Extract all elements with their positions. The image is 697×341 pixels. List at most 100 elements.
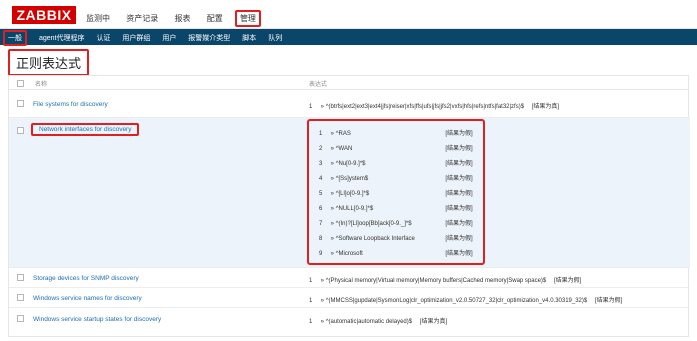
times-sign: » — [330, 161, 335, 167]
expression-line: 1 » ^(MMCSS|gupdate|SysmonLog|clr_optimi… — [309, 295, 622, 304]
expression-line: 5 » ^[Ll]o[0-9.]*$ [结果为假] — [319, 188, 473, 197]
expression-pattern: ^RAS — [335, 131, 351, 137]
table-row: Network interfaces for discovery 1 » ^RA… — [9, 118, 690, 268]
expression-pattern: ^WAN — [335, 146, 353, 152]
expression-line: 6 » ^NULL[0-9.]*$ [结果为假] — [319, 203, 473, 212]
regex-name-link[interactable]: Windows service names for discovery — [33, 295, 142, 302]
expression-index: 5 — [319, 191, 323, 197]
subnav-media-types[interactable]: 报警媒介类型 — [188, 35, 230, 42]
expression-line: 1 » ^(Physical memory|Virtual memory|Mem… — [309, 275, 581, 284]
expression-line: 9 » ^Microsoft [结果为假] — [319, 248, 473, 257]
regex-name-link[interactable]: Storage devices for SNMP discovery — [33, 275, 139, 282]
expression-index: 1 — [309, 104, 313, 110]
subnav-authentication[interactable]: 认证 — [96, 35, 110, 42]
expression-result: [结果为假] — [445, 191, 473, 197]
column-header-name[interactable]: 名称 — [35, 79, 47, 88]
times-sign: » — [330, 131, 335, 137]
main-nav: 监测中 资产记录 报表 配置 管理 — [86, 10, 275, 27]
expression-result: [结果为假] — [445, 176, 473, 182]
expression-pattern: ^Nu[0-9.]*$ — [335, 161, 366, 167]
expression-line: 2 » ^WAN [结果为假] — [319, 143, 473, 152]
times-sign: » — [320, 319, 325, 325]
expression-index: 6 — [319, 206, 323, 212]
expression-index: 1 — [309, 278, 313, 284]
expression-index: 3 — [319, 161, 323, 167]
expression-pattern: ^Software Loopback Interface — [335, 236, 415, 242]
times-sign: » — [330, 176, 335, 182]
table-header: 名称 表达式 — [9, 76, 688, 90]
subnav-queue[interactable]: 队列 — [268, 35, 282, 42]
expression-result: [结果为假] — [594, 298, 623, 304]
times-sign: » — [330, 221, 335, 227]
expression-index: 1 — [309, 298, 313, 304]
expression-line: 7 » ^(In)?[Ll]oop[Bb]ack[0-9._]*$ [结果为假] — [319, 218, 473, 227]
expression-result: [结果为假] — [445, 236, 473, 242]
expression-result: [结果为假] — [445, 146, 473, 152]
expression-pattern: ^(Physical memory|Virtual memory|Memory … — [325, 278, 547, 284]
row-checkbox[interactable] — [17, 294, 24, 301]
subnav-user-groups[interactable]: 用户群组 — [122, 35, 150, 42]
row-checkbox[interactable] — [17, 100, 24, 107]
nav-reports[interactable]: 报表 — [174, 14, 190, 23]
times-sign: » — [320, 298, 325, 304]
expression-line: 4 » ^[Ss]ystem$ [结果为假] — [319, 173, 473, 182]
row-checkbox[interactable] — [17, 127, 24, 134]
expression-result: [结果为假] — [445, 206, 473, 212]
times-sign: » — [320, 278, 325, 284]
expression-result: [结果为真] — [419, 319, 448, 325]
times-sign: » — [330, 206, 335, 212]
expression-index: 7 — [319, 221, 323, 227]
expression-index: 1 — [319, 131, 323, 137]
expression-result: [结果为假] — [445, 131, 473, 137]
sub-nav: 一般 agent代理程序 认证 用户群组 用户 报警媒介类型 脚本 队列 — [0, 29, 697, 46]
expression-index: 9 — [319, 251, 323, 257]
zabbix-logo[interactable]: ZABBIX — [12, 6, 76, 24]
page-title: 正则表达式 — [8, 49, 90, 76]
times-sign: » — [330, 251, 335, 257]
row-checkbox[interactable] — [17, 315, 24, 322]
expression-result: [结果为假] — [445, 251, 473, 257]
expression-pattern: ^(MMCSS|gupdate|SysmonLog|clr_optimizati… — [325, 298, 588, 304]
nav-administration[interactable]: 管理 — [234, 10, 261, 27]
expression-pattern: ^NULL[0-9.]*$ — [335, 206, 374, 212]
expression-index: 8 — [319, 236, 323, 242]
expression-index: 1 — [309, 319, 313, 325]
table-row: Storage devices for SNMP discovery 1 » ^… — [9, 268, 690, 288]
expression-result: [结果为假] — [445, 221, 473, 227]
expression-result: [结果为真] — [531, 104, 560, 110]
times-sign: » — [330, 236, 335, 242]
table-row: Windows service names for discovery 1 » … — [9, 288, 690, 308]
nav-configuration[interactable]: 配置 — [207, 14, 223, 23]
row-checkbox[interactable] — [17, 274, 24, 281]
expression-result: [结果为假] — [553, 278, 582, 284]
expression-pattern: ^(btrfs|ext2|ext3|ext4|jfs|reiser|xfs|ff… — [325, 104, 525, 110]
expression-line: 1 » ^(automatic|automatic delayed)$ [结果为… — [309, 316, 447, 325]
expression-list: 1 » ^RAS [结果为假] 2 » ^WAN [结果为假] 3 » ^Nu[… — [307, 119, 485, 265]
nav-monitoring[interactable]: 监测中 — [86, 14, 110, 23]
expression-line: 3 » ^Nu[0-9.]*$ [结果为假] — [319, 158, 473, 167]
expression-pattern: ^(In)?[Ll]oop[Bb]ack[0-9._]*$ — [335, 221, 412, 227]
times-sign: » — [330, 191, 335, 197]
regex-name-link[interactable]: File systems for discovery — [33, 101, 108, 108]
expression-index: 2 — [319, 146, 323, 152]
regex-table: 名称 表达式 File systems for discovery 1 » ^(… — [8, 75, 690, 337]
table-row: Windows service startup states for disco… — [9, 308, 690, 330]
times-sign: » — [320, 104, 325, 110]
expression-pattern: ^[Ll]o[0-9.]*$ — [335, 191, 370, 197]
regex-name-link[interactable]: Windows service startup states for disco… — [33, 316, 161, 323]
subnav-general[interactable]: 一般 — [3, 30, 27, 46]
top-bar: ZABBIX 监测中 资产记录 报表 配置 管理 — [0, 0, 697, 29]
times-sign: » — [330, 146, 335, 152]
subnav-users[interactable]: 用户 — [162, 35, 176, 42]
expression-line: 8 » ^Software Loopback Interface [结果为假] — [319, 233, 473, 242]
subnav-scripts[interactable]: 脚本 — [242, 35, 256, 42]
nav-inventory[interactable]: 资产记录 — [126, 14, 158, 23]
table-row: File systems for discovery 1 » ^(btrfs|e… — [9, 90, 690, 118]
expression-pattern: ^[Ss]ystem$ — [335, 176, 369, 182]
select-all-checkbox[interactable] — [17, 80, 24, 87]
expression-pattern: ^Microsoft — [335, 251, 363, 257]
regex-name-link[interactable]: Network interfaces for discovery — [31, 123, 140, 136]
subnav-proxies[interactable]: agent代理程序 — [39, 35, 85, 42]
expression-index: 4 — [319, 176, 323, 182]
column-header-expression: 表达式 — [309, 82, 328, 88]
